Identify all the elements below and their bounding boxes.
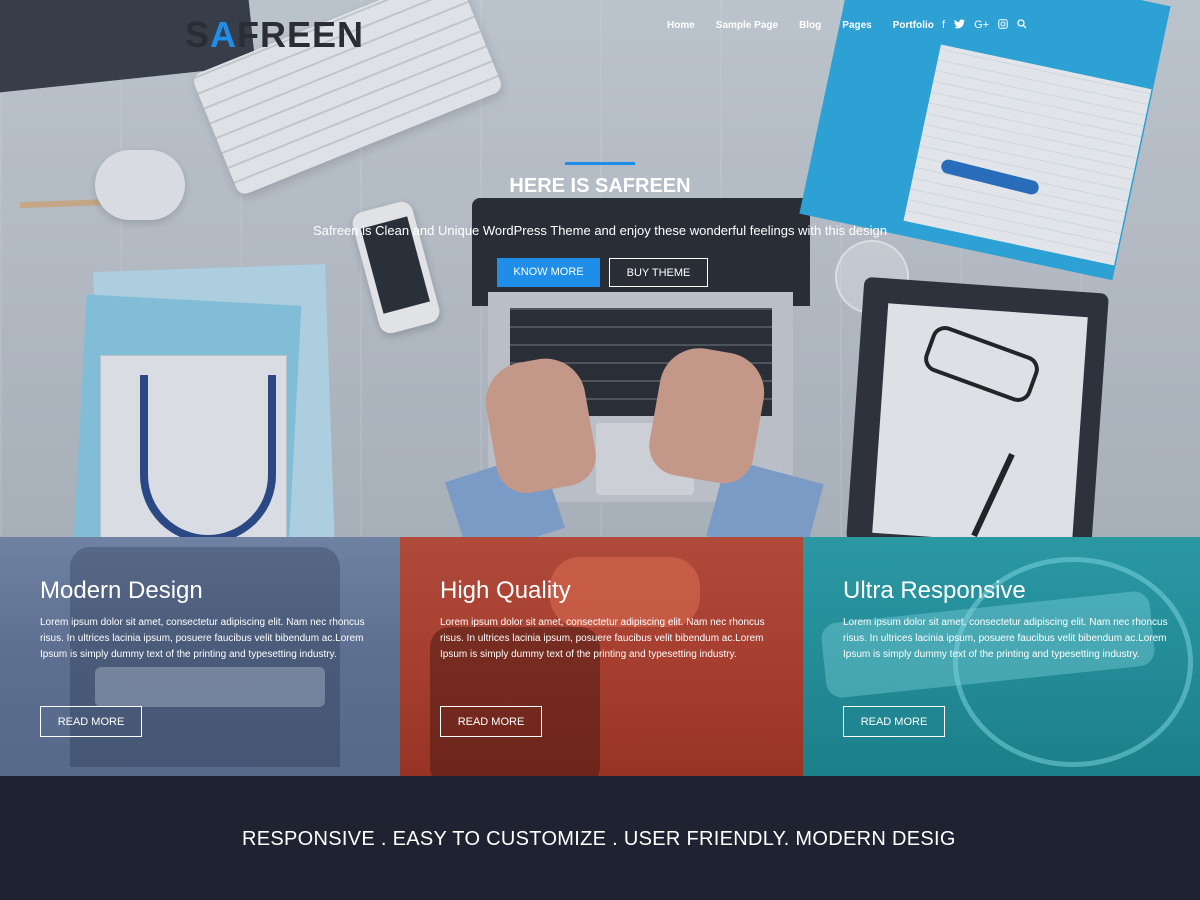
main-nav: Home Sample Page Blog Pages Portfolio xyxy=(667,20,955,31)
nav-item-home[interactable]: Home xyxy=(667,20,695,31)
social-icons: f G+ xyxy=(942,19,1027,32)
google-plus-icon[interactable]: G+ xyxy=(974,19,989,32)
feature-title: Modern Design xyxy=(40,577,203,604)
hero-overlay xyxy=(0,0,1200,537)
nav-item-pages[interactable]: Pages xyxy=(842,20,871,31)
feature-ultra-responsive: Ultra Responsive Lorem ipsum dolor sit a… xyxy=(803,537,1200,776)
instagram-icon[interactable] xyxy=(998,19,1008,32)
feature-title: Ultra Responsive xyxy=(843,577,1026,604)
feature-title: High Quality xyxy=(440,577,571,604)
facebook-icon[interactable]: f xyxy=(942,19,945,32)
logo-prefix: S xyxy=(185,14,211,55)
feature-text: Lorem ipsum dolor sit amet, consectetur … xyxy=(440,617,765,660)
nav-item-sample-page[interactable]: Sample Page xyxy=(716,20,778,31)
features-section: Modern Design Lorem ipsum dolor sit amet… xyxy=(0,537,1200,776)
hero-title: HERE IS SAFREEN xyxy=(509,175,691,197)
tagline-text: RESPONSIVE . EASY TO CUSTOMIZE . USER FR… xyxy=(242,828,956,850)
nav-item-portfolio[interactable]: Portfolio xyxy=(893,20,934,31)
logo-accent: A xyxy=(210,14,238,55)
know-more-button[interactable]: KNOW MORE xyxy=(497,258,600,287)
car-grill-image xyxy=(95,667,325,707)
hero-divider xyxy=(565,162,635,165)
buy-theme-button[interactable]: BUY THEME xyxy=(609,258,708,287)
read-more-button[interactable]: READ MORE xyxy=(440,706,542,737)
site-logo[interactable]: SAFREEN xyxy=(185,14,364,56)
feature-high-quality: High Quality Lorem ipsum dolor sit amet,… xyxy=(400,537,803,776)
logo-suffix: FREEN xyxy=(237,14,365,55)
feature-modern-design: Modern Design Lorem ipsum dolor sit amet… xyxy=(0,537,400,776)
hero-section: SAFREEN Home Sample Page Blog Pages Port… xyxy=(0,0,1200,537)
nav-item-blog[interactable]: Blog xyxy=(799,20,821,31)
tagline-section: RESPONSIVE . EASY TO CUSTOMIZE . USER FR… xyxy=(0,776,1200,900)
search-icon[interactable] xyxy=(1017,19,1027,32)
twitter-icon[interactable] xyxy=(954,19,966,32)
read-more-button[interactable]: READ MORE xyxy=(843,706,945,737)
feature-text: Lorem ipsum dolor sit amet, consectetur … xyxy=(843,617,1168,660)
hero-subtitle: Safreen is Clean and Unique WordPress Th… xyxy=(312,223,888,238)
feature-text: Lorem ipsum dolor sit amet, consectetur … xyxy=(40,617,365,660)
read-more-button[interactable]: READ MORE xyxy=(40,706,142,737)
